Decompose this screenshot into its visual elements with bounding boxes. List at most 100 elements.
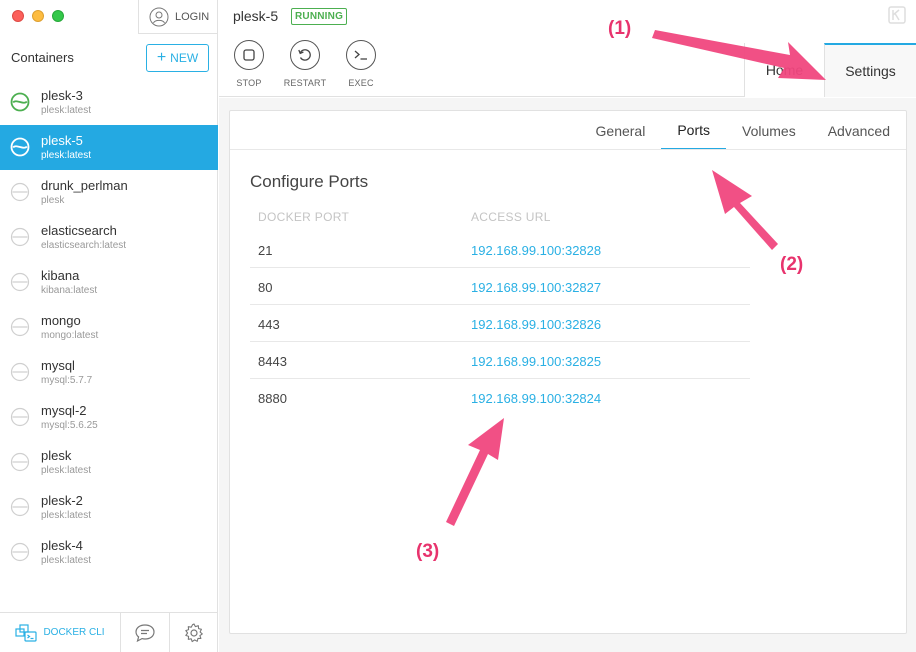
login-label: LOGIN <box>175 10 210 23</box>
container-image: mysql:5.7.7 <box>41 375 93 386</box>
container-list: plesk-3 plesk:latest plesk-5 plesk:latest dr… <box>0 80 218 575</box>
container-image: plesk:latest <box>41 105 92 116</box>
exec-button[interactable]: EXEC <box>342 40 380 88</box>
container-image: kibana:latest <box>41 285 98 296</box>
container-name: mysql <box>41 358 75 373</box>
tab-settings[interactable]: Settings <box>824 43 916 97</box>
stopped-status-icon <box>10 407 30 427</box>
chat-icon <box>135 623 155 642</box>
window-controls <box>12 10 64 22</box>
tab-settings-label: Settings <box>845 63 896 79</box>
docker-port: 80 <box>258 280 273 295</box>
stop-label: STOP <box>236 78 262 88</box>
feedback-button[interactable] <box>121 613 170 652</box>
settings-panel: General Ports Volumes Advanced Configure… <box>229 110 907 634</box>
preferences-button[interactable] <box>170 613 218 652</box>
stop-button[interactable]: STOP <box>230 40 268 88</box>
table-row: 8443 192.168.99.100:32825 <box>250 342 750 379</box>
close-window-button[interactable] <box>12 10 24 22</box>
access-url-link[interactable]: 192.168.99.100:32828 <box>471 243 601 258</box>
top-tabs: Home Settings <box>744 43 916 97</box>
container-item[interactable]: plesk-4 plesk:latest <box>0 530 218 575</box>
container-image: plesk <box>41 195 65 206</box>
running-status-icon <box>10 137 30 157</box>
stopped-status-icon <box>10 272 30 292</box>
container-item[interactable]: plesk-3 plesk:latest <box>0 80 218 125</box>
container-item[interactable]: mongo mongo:latest <box>0 305 218 350</box>
action-toolbar: STOP RESTART EXEC <box>230 40 380 88</box>
sidebar-footer: DOCKER CLI <box>0 612 218 652</box>
stopped-status-icon <box>10 227 30 247</box>
container-name: elasticsearch <box>41 223 117 238</box>
container-name: plesk-4 <box>41 538 83 553</box>
gear-icon <box>185 622 203 642</box>
tab-home-label: Home <box>765 62 804 78</box>
section-title: Configure Ports <box>250 172 369 191</box>
restart-icon <box>298 49 311 61</box>
container-name: mongo <box>41 313 81 328</box>
container-item[interactable]: kibana kibana:latest <box>0 260 218 305</box>
container-item[interactable]: drunk_perlmanplesk <box>0 170 218 215</box>
stopped-status-icon <box>10 497 30 517</box>
running-status-icon <box>10 92 30 112</box>
subtab-volumes-label: Volumes <box>742 122 796 139</box>
zoom-window-button[interactable] <box>52 10 64 22</box>
stop-icon <box>243 49 255 61</box>
container-name: mysql-2 <box>41 403 87 418</box>
column-header-docker-port: DOCKER PORT <box>258 210 350 224</box>
docker-cli-icon <box>15 623 38 642</box>
table-row: 8880 192.168.99.100:32824 <box>250 379 750 416</box>
terminal-icon <box>354 50 367 60</box>
access-url-link[interactable]: 192.168.99.100:32827 <box>471 280 601 295</box>
login-button[interactable]: LOGIN <box>138 0 218 34</box>
subtab-ports[interactable]: Ports <box>661 111 727 150</box>
subtab-advanced[interactable]: Advanced <box>812 111 906 150</box>
tab-home[interactable]: Home <box>744 43 824 97</box>
stopped-status-icon <box>10 317 30 337</box>
stopped-status-icon <box>10 182 30 202</box>
annotation-label-2: (2) <box>780 254 804 275</box>
restart-circle <box>290 40 320 70</box>
container-name: plesk-3 <box>41 88 83 103</box>
user-icon <box>149 7 169 26</box>
restart-button[interactable]: RESTART <box>283 40 327 88</box>
docker-port: 443 <box>258 317 280 332</box>
exec-label: EXEC <box>348 78 374 88</box>
kitematic-logo-icon <box>888 6 906 24</box>
container-item[interactable]: plesk-5 plesk:latest <box>0 125 218 170</box>
container-image: plesk:latest <box>41 555 92 566</box>
docker-port: 8880 <box>258 391 287 406</box>
status-badge: RUNNING <box>291 8 348 25</box>
subtab-general-label: General <box>595 122 646 139</box>
container-name: drunk_perlman <box>41 178 128 193</box>
access-url-link[interactable]: 192.168.99.100:32824 <box>471 391 601 406</box>
subtab-general[interactable]: General <box>580 111 662 150</box>
container-item[interactable]: mysql mysql:5.7.7 <box>0 350 218 395</box>
container-header: plesk-5 RUNNING STOP RESTART EXEC Home S… <box>219 0 916 97</box>
container-image: plesk:latest <box>41 465 92 476</box>
table-row: 443 192.168.99.100:32826 <box>250 305 750 342</box>
container-image: plesk:latest <box>41 150 92 161</box>
containers-header: Containers + NEW <box>0 44 218 80</box>
docker-port: 8443 <box>258 354 287 369</box>
minimize-window-button[interactable] <box>32 10 44 22</box>
container-name: kibana <box>41 268 80 283</box>
exec-circle <box>346 40 376 70</box>
docker-cli-button[interactable]: DOCKER CLI <box>0 613 121 652</box>
stopped-status-icon <box>10 542 30 562</box>
subtab-volumes[interactable]: Volumes <box>726 111 812 150</box>
docker-port: 21 <box>258 243 273 258</box>
stopped-status-icon <box>10 362 30 382</box>
restart-label: RESTART <box>283 78 327 88</box>
access-url-link[interactable]: 192.168.99.100:32826 <box>471 317 601 332</box>
container-image: mysql:5.6.25 <box>41 420 98 431</box>
container-item[interactable]: mysql-2 mysql:5.6.25 <box>0 395 218 440</box>
container-item[interactable]: plesk-2 plesk:latest <box>0 485 218 530</box>
container-name: plesk-2 <box>41 493 83 508</box>
new-container-button[interactable]: + NEW <box>146 44 209 72</box>
container-item[interactable]: plesk plesk:latest <box>0 440 218 485</box>
access-url-link[interactable]: 192.168.99.100:32825 <box>471 354 601 369</box>
subtab-advanced-label: Advanced <box>827 122 890 139</box>
container-name: plesk-5 <box>41 133 83 148</box>
container-item[interactable]: elasticsearch elasticsearch:latest <box>0 215 218 260</box>
